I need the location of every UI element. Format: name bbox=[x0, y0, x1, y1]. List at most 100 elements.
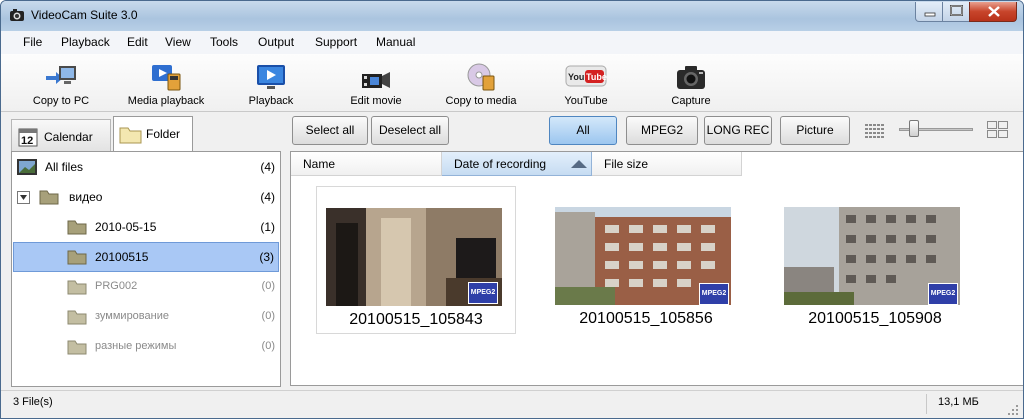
tree-item-count: (4) bbox=[260, 160, 275, 174]
menu-view[interactable]: View bbox=[165, 35, 191, 49]
deselect-all-button[interactable]: Deselect all bbox=[371, 116, 449, 145]
playback-button[interactable]: Playback bbox=[236, 54, 306, 111]
menu-manual[interactable]: Manual bbox=[376, 35, 415, 49]
calendar-icon: 12 bbox=[18, 128, 38, 147]
tree-item-count: (4) bbox=[260, 190, 275, 204]
tab-calendar[interactable]: 12 Calendar bbox=[11, 119, 111, 151]
edit-movie-button[interactable]: Edit movie bbox=[336, 54, 416, 111]
thumbnail-item[interactable]: MPEG2 20100515_105856 bbox=[546, 186, 746, 334]
media-playback-icon bbox=[152, 65, 181, 91]
folder-icon bbox=[39, 190, 59, 205]
column-name-label: Name bbox=[303, 157, 336, 171]
capture-button[interactable]: Capture bbox=[656, 54, 726, 111]
select-all-button[interactable]: Select all bbox=[292, 116, 368, 145]
filter-picture-button[interactable]: Picture bbox=[780, 116, 850, 145]
menu-bar: File Playback Edit View Tools Output Sup… bbox=[1, 31, 1023, 54]
tree-item-all-files[interactable]: All files (4) bbox=[13, 152, 279, 182]
tree-item-label: зуммирование bbox=[95, 310, 169, 322]
thumbnail-caption: 20100515_105856 bbox=[579, 310, 713, 327]
copy-to-media-icon bbox=[467, 63, 495, 91]
zoom-slider-thumb[interactable] bbox=[908, 120, 919, 137]
thumbnail-item[interactable]: MPEG2 20100515_105843 bbox=[316, 186, 516, 334]
media-playback-button[interactable]: Media playback bbox=[121, 54, 211, 111]
tree-item-label: разные режимы bbox=[95, 340, 177, 352]
resize-grip-icon[interactable] bbox=[1007, 404, 1019, 416]
tree-item-label: 20100515 bbox=[95, 250, 149, 264]
column-date-label: Date of recording bbox=[454, 157, 547, 171]
folder-icon bbox=[67, 310, 87, 325]
folder-tree: All files (4) видео (4) 2010-05-15 (1) 2… bbox=[11, 151, 281, 387]
tree-item-label: 2010-05-15 bbox=[95, 220, 157, 234]
menu-support[interactable]: Support bbox=[315, 35, 357, 49]
column-size-label: File size bbox=[604, 157, 649, 171]
camera-icon bbox=[677, 66, 705, 89]
folder-icon bbox=[67, 340, 87, 355]
content-toolbar: Select all Deselect all All MPEG2 LONG R… bbox=[290, 116, 1012, 146]
window-title: VideoCam Suite 3.0 bbox=[31, 8, 138, 22]
mpeg2-badge: MPEG2 bbox=[699, 283, 729, 305]
minimize-icon bbox=[924, 12, 936, 17]
tree-item-count: (0) bbox=[261, 280, 275, 292]
main-toolbar: Copy to PC Media playback Playback Edit … bbox=[1, 54, 1023, 111]
menu-tools[interactable]: Tools bbox=[210, 35, 238, 49]
tree-item-2010-05-15[interactable]: 2010-05-15 (1) bbox=[13, 212, 279, 242]
collapse-toggle-icon[interactable] bbox=[17, 191, 30, 204]
edit-movie-icon bbox=[362, 72, 390, 88]
large-thumbnails-icon[interactable] bbox=[987, 121, 1009, 139]
status-divider bbox=[926, 394, 927, 414]
maximize-icon bbox=[950, 5, 963, 16]
tree-item-zoom[interactable]: зуммирование (0) bbox=[13, 302, 279, 332]
app-window: VideoCam Suite 3.0 File Playback Edit Vi… bbox=[0, 0, 1024, 419]
title-bar: VideoCam Suite 3.0 bbox=[1, 1, 1023, 31]
youtube-label: YouTube bbox=[564, 95, 608, 107]
tree-item-count: (3) bbox=[259, 250, 274, 264]
folder-icon bbox=[67, 280, 87, 295]
minimize-button[interactable] bbox=[915, 2, 943, 22]
youtube-logo-you-text: You bbox=[568, 72, 584, 82]
file-browser: Name Date of recording File size MPEG2 2… bbox=[290, 151, 1023, 386]
filter-all-button[interactable]: All bbox=[549, 116, 617, 145]
tree-item-20100515[interactable]: 20100515 (3) bbox=[13, 242, 279, 272]
app-icon bbox=[10, 9, 24, 21]
tree-item-label: PRG002 bbox=[95, 280, 138, 292]
youtube-logo-tube-text: Tube bbox=[586, 72, 607, 82]
media-playback-label: Media playback bbox=[127, 95, 205, 107]
menu-file[interactable]: File bbox=[23, 35, 42, 49]
playback-icon bbox=[257, 65, 285, 89]
sort-ascending-icon bbox=[571, 160, 587, 168]
tab-calendar-label: Calendar bbox=[44, 130, 93, 144]
all-files-icon bbox=[17, 159, 37, 175]
tree-item-video[interactable]: видео (4) bbox=[13, 182, 279, 212]
column-name[interactable]: Name bbox=[291, 152, 442, 176]
copy-to-pc-button[interactable]: Copy to PC bbox=[21, 54, 101, 111]
tree-item-count: (0) bbox=[261, 340, 275, 352]
menu-edit[interactable]: Edit bbox=[127, 35, 148, 49]
column-date-of-recording[interactable]: Date of recording bbox=[442, 152, 592, 176]
copy-to-media-button[interactable]: Copy to media bbox=[441, 54, 521, 111]
edit-movie-label: Edit movie bbox=[350, 95, 402, 107]
menu-playback[interactable]: Playback bbox=[61, 35, 110, 49]
menu-output[interactable]: Output bbox=[258, 35, 294, 49]
calendar-day-number: 12 bbox=[21, 135, 33, 147]
left-panel: 12 Calendar Folder All files (4) видео (… bbox=[11, 116, 281, 387]
mpeg2-badge: MPEG2 bbox=[928, 283, 958, 305]
youtube-button[interactable]: You Tube YouTube bbox=[555, 54, 617, 111]
thumbnail-item[interactable]: MPEG2 20100515_105908 bbox=[775, 186, 975, 334]
tab-folder[interactable]: Folder bbox=[113, 116, 193, 152]
small-thumbnails-icon[interactable] bbox=[865, 124, 885, 138]
thumbnail-caption: 20100515_105908 bbox=[808, 310, 942, 327]
tree-item-count: (0) bbox=[261, 310, 275, 322]
youtube-icon: You Tube bbox=[565, 65, 607, 87]
thumbnail-caption: 20100515_105843 bbox=[349, 311, 483, 328]
maximize-button[interactable] bbox=[942, 2, 970, 22]
tree-item-prg002[interactable]: PRG002 (0) bbox=[13, 272, 279, 302]
panel-tabs: 12 Calendar Folder bbox=[11, 116, 281, 152]
tree-item-count: (1) bbox=[260, 220, 275, 234]
close-button[interactable] bbox=[969, 2, 1017, 22]
filter-long-rec-button[interactable]: LONG REC bbox=[704, 116, 772, 145]
copy-to-media-label: Copy to media bbox=[445, 95, 517, 107]
tree-item-modes[interactable]: разные режимы (0) bbox=[13, 332, 279, 362]
filter-mpeg2-button[interactable]: MPEG2 bbox=[626, 116, 698, 145]
column-file-size[interactable]: File size bbox=[592, 152, 742, 176]
mpeg2-badge: MPEG2 bbox=[468, 282, 498, 304]
